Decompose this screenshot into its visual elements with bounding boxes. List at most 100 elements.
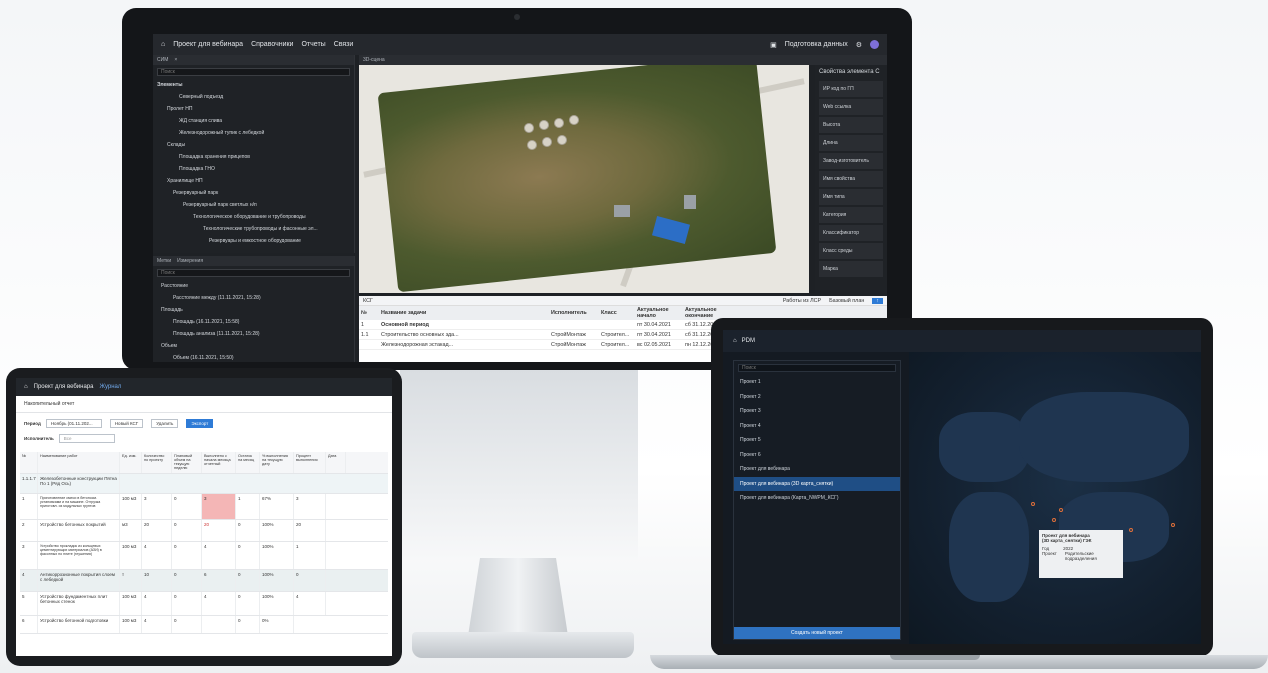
upload-icon[interactable]: ↑ xyxy=(872,297,883,304)
create-project-button[interactable]: Создать новый проект xyxy=(734,627,900,639)
executor-row: Исполнитель Все xyxy=(16,434,392,443)
property-row[interactable]: Высота xyxy=(819,117,883,133)
measure-item[interactable]: Объем (16.11.2021, 15:50) xyxy=(153,352,354,362)
tank-marker xyxy=(539,120,549,130)
table-row[interactable]: 4 Антикоррозионные покрытия слоем с лебе… xyxy=(20,570,388,592)
3d-scene-viewport[interactable] xyxy=(359,65,809,293)
project-item[interactable]: Проект для вебинара xyxy=(734,462,900,477)
measure-group[interactable]: Объем xyxy=(153,340,354,352)
project-item[interactable]: Проект 4 xyxy=(734,419,900,434)
tree-item[interactable]: Площадка хранения прицепов xyxy=(153,151,354,163)
lsr-toggle[interactable]: Работы из ЛСР xyxy=(783,298,821,304)
tree-item[interactable]: Хранилище НП xyxy=(153,175,354,187)
map-marker[interactable] xyxy=(1059,508,1063,512)
menu-reports[interactable]: Отчеты xyxy=(301,41,325,48)
table-row[interactable]: 1.1.1.7 Железобетонные конструкции Пятна… xyxy=(20,474,388,494)
menu-directories[interactable]: Справочники xyxy=(251,41,293,48)
tab-sim[interactable]: СИМ xyxy=(157,57,168,63)
tablet-subtitle: Накопительный отчет xyxy=(16,396,392,413)
measure-item[interactable]: Площадь анализа (11.11.2021, 15:28) xyxy=(153,328,354,340)
project-item[interactable]: Проект 5 xyxy=(734,433,900,448)
tab-marks[interactable]: Метки xyxy=(157,258,171,264)
tab-measurements[interactable]: Измерения xyxy=(177,258,203,264)
home-icon[interactable]: ⌂ xyxy=(24,384,28,390)
project-list: Поиск Проект 1 Проект 2 Проект 3 Проект … xyxy=(733,360,901,640)
baseline-toggle[interactable]: Базовый план xyxy=(829,298,864,304)
project-item-selected[interactable]: Проект для вебинара (3D карта_снятки) xyxy=(734,476,900,491)
tree-item[interactable]: Площадка ГНО xyxy=(153,163,354,175)
property-row[interactable]: Марка xyxy=(819,261,883,277)
project-item[interactable]: Проект 2 xyxy=(734,390,900,405)
property-row[interactable]: Имя свойства xyxy=(819,171,883,187)
report-table: № Наименование работ Ед. изм. Количество… xyxy=(20,452,388,634)
executor-select[interactable]: Все xyxy=(58,434,115,443)
property-row[interactable]: Классификатор xyxy=(819,225,883,241)
project-item[interactable]: Проект 6 xyxy=(734,448,900,463)
export-button[interactable]: Экспорт xyxy=(186,419,214,428)
monitor-base xyxy=(412,632,634,658)
user-avatar[interactable] xyxy=(870,40,879,49)
map-marker[interactable] xyxy=(1031,502,1035,506)
table-row[interactable]: 1 Приготовление смеси в бетоносм. устано… xyxy=(20,494,388,520)
property-row[interactable]: ИР код по ГП xyxy=(819,81,883,97)
laptop-lid: ⌂ PDM Поиск Проект 1 Проект 2 Проект 3 П… xyxy=(711,318,1213,656)
col-num: № xyxy=(361,310,368,316)
menu-links[interactable]: Связи xyxy=(334,41,354,48)
delete-button[interactable]: Удалить xyxy=(151,419,179,428)
property-row[interactable]: Web ссылка xyxy=(819,99,883,115)
measure-group[interactable]: Площадь xyxy=(153,304,354,316)
tablet-breadcrumb[interactable]: Журнал xyxy=(99,384,121,390)
tree-item[interactable]: Резервуары и емкостное оборудование xyxy=(153,235,354,247)
tree-item[interactable]: Склады xyxy=(153,139,354,151)
element-tree-panel: СИМ × Поиск Элементы Северный подъезд Про… xyxy=(153,55,355,253)
tank-marker xyxy=(557,135,567,145)
tree-item[interactable]: Технологические трубопроводы и фасонные … xyxy=(153,223,354,235)
table-row[interactable]: 2 Устройство бетонных покрытий м3 20 0 2… xyxy=(20,520,388,542)
project-item[interactable]: Проект для вебинара (Карта_NWPM_КСГ) xyxy=(734,491,900,506)
property-row[interactable]: Класс среды xyxy=(819,243,883,259)
map-tab-bar: 3D-сцена xyxy=(359,55,887,65)
property-row[interactable]: Длина xyxy=(819,135,883,151)
measure-item[interactable]: Площадь (16.11.2021, 15:58) xyxy=(153,316,354,328)
map-marker[interactable] xyxy=(1052,518,1056,522)
tank-marker xyxy=(524,123,534,133)
tree-search-input[interactable]: Поиск xyxy=(157,68,350,76)
pdm-title: PDM xyxy=(741,338,755,344)
project-item[interactable]: Проект 3 xyxy=(734,404,900,419)
tree-item[interactable]: Резервуарный парк светлых н/п xyxy=(153,199,354,211)
tab-ksg[interactable]: КСГ xyxy=(363,298,373,304)
measurements-panel: Метки Измерения Поиск Расстояние Расстоян… xyxy=(153,256,355,362)
tooltip-key: Проект xyxy=(1042,551,1057,556)
tree-item[interactable]: Северный подъезд xyxy=(153,91,354,103)
building-roof xyxy=(684,195,696,209)
table-row[interactable]: 5 Устройство фундаментных плит бетонных … xyxy=(20,592,388,616)
property-row[interactable]: Завод-изготовитель xyxy=(819,153,883,169)
measure-search-input[interactable]: Поиск xyxy=(157,269,350,277)
map-marker[interactable] xyxy=(1171,523,1175,527)
tree-item[interactable]: Резервуарный парк xyxy=(153,187,354,199)
tree-item[interactable]: Технологическое оборудование и трубопров… xyxy=(153,211,354,223)
property-row[interactable]: Имя типа xyxy=(819,189,883,205)
measure-group[interactable]: Расстояние xyxy=(153,280,354,292)
world-map[interactable]: Проект для вебинара (3D карта_снятки) ГЭ… xyxy=(909,352,1201,644)
table-row[interactable]: 6 Устройство бетонной подготовки 100 м3 … xyxy=(20,616,388,634)
tree-item[interactable]: Железнодорожный тупик с лебедкой xyxy=(153,127,354,139)
project-item[interactable]: Проект 1 xyxy=(734,375,900,390)
project-search-input[interactable]: Поиск xyxy=(738,364,896,372)
tablet-screen: ⌂ Проект для вебинара Журнал Накопительн… xyxy=(16,378,392,656)
tree-item[interactable]: ЖД станция слива xyxy=(153,115,354,127)
home-icon[interactable]: ⌂ xyxy=(161,41,165,48)
building-roof xyxy=(614,205,630,217)
gear-icon[interactable]: ⚙ xyxy=(856,41,862,49)
period-select[interactable]: Ноябрь (01.11.202... xyxy=(45,419,102,428)
map-marker[interactable] xyxy=(1129,528,1133,532)
table-row[interactable]: 3 Устройство прокладок из кольцевых цеме… xyxy=(20,542,388,570)
measure-item[interactable]: Расстояние между (11.11.2021, 15:28) xyxy=(153,292,354,304)
close-icon[interactable]: × xyxy=(174,57,177,63)
new-ksg-button[interactable]: Новый КСГ xyxy=(109,419,144,428)
home-icon[interactable]: ⌂ xyxy=(733,338,737,344)
property-row[interactable]: Категория xyxy=(819,207,883,223)
tree-item[interactable]: Пролет НП xyxy=(153,103,354,115)
tab-3d-scene[interactable]: 3D-сцена xyxy=(363,57,385,63)
data-prep-button[interactable]: Подготовка данных xyxy=(785,41,848,48)
